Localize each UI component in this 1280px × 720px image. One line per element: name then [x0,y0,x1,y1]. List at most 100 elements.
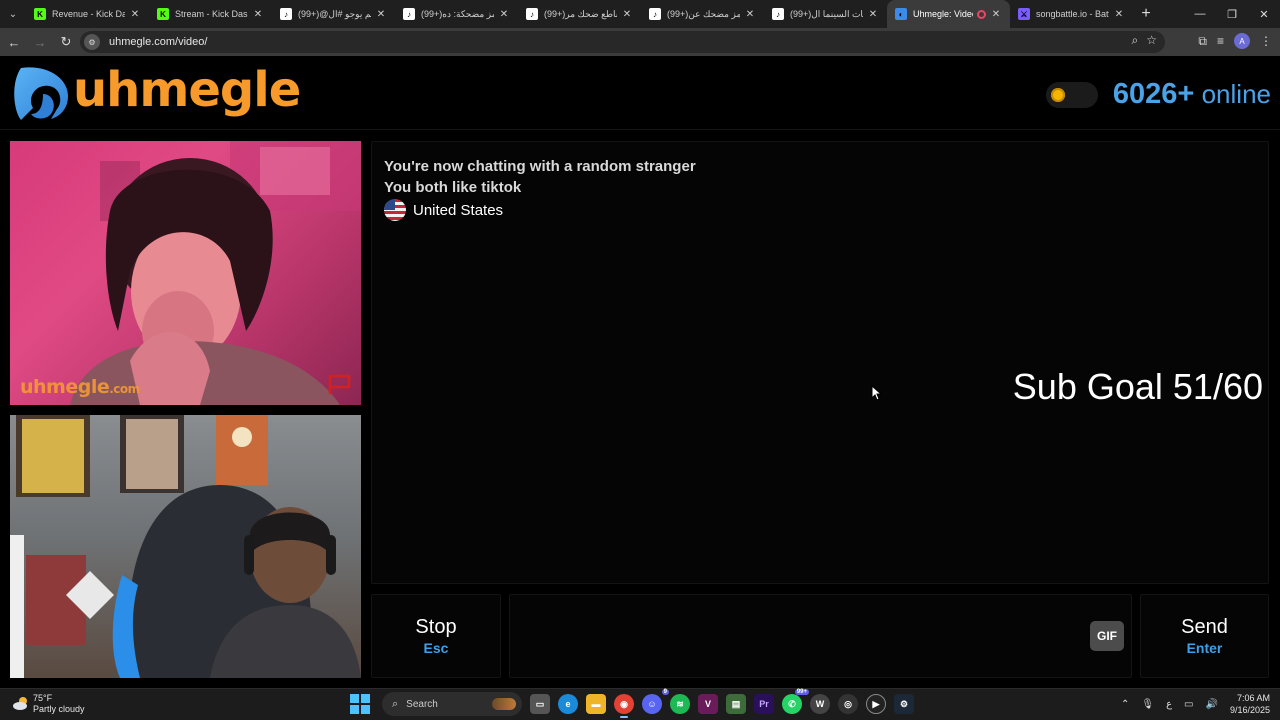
browser-tab[interactable]: ⚔ songbattle.io - Battle ✕ [1010,0,1133,28]
close-tab-icon[interactable]: ✕ [621,9,633,20]
country-name: United States [413,201,504,219]
bookmark-star-icon[interactable]: ☆ [1146,33,1157,48]
weather-widget[interactable]: 75°F Partly cloudy [12,693,85,715]
stop-hint: Esc [423,639,449,656]
close-tab-icon[interactable]: ✕ [252,9,264,20]
tab-favicon-icon: ♪ [280,8,292,20]
address-bar[interactable]: ⚙ uhmegle.com/video/ ⌕ ☆ [80,31,1165,53]
tab-favicon-icon: K [34,8,46,20]
show-hidden-icons-chevron-icon[interactable]: ⌃ [1121,699,1129,710]
premiere-icon[interactable]: Pr [754,694,774,714]
gif-button[interactable]: GIF [1090,621,1124,651]
search-highlight-icon [492,698,516,710]
close-tab-icon[interactable]: ✕ [744,9,756,20]
language-indicator[interactable]: ع [1166,699,1172,710]
close-tab-icon[interactable]: ✕ [990,9,1002,20]
minimize-icon[interactable]: — [1184,0,1216,28]
microphone-icon[interactable]: 🎙 [1141,699,1154,710]
stop-label: Stop [415,615,457,638]
tab-favicon-icon: ♪ [526,8,538,20]
browser-tab[interactable]: K Stream - Kick Dashbo ✕ [149,0,272,28]
uhmegle-logo[interactable]: uhmegle [13,62,301,122]
browser-tab[interactable]: ♪ (99+)ميمز مضحكة: ده ✕ [395,0,518,28]
tab-title: (99+)عمليات السينما ال [790,8,863,19]
tab-favicon-icon: ♪ [772,8,784,20]
online-count: 6026+ [1112,78,1195,110]
us-flag-icon [384,199,406,221]
clock-date: 9/16/2025 [1229,705,1270,715]
tab-favicon-icon: ◐ [895,8,907,20]
whatsapp-icon[interactable]: ✆ 99+ [782,689,809,714]
sub-goal-overlay: Sub Goal 51/60 [1012,366,1263,407]
stranger-video-frame [70,141,361,405]
close-tab-icon[interactable]: ✕ [129,9,141,20]
browser-tab[interactable]: ◐ Uhmegle: Video ✕ [887,0,1010,28]
close-tab-icon[interactable]: ✕ [375,9,387,20]
close-tab-icon[interactable]: ✕ [867,9,879,20]
system-clock[interactable]: 7:06 AM 9/16/2025 [1230,692,1270,716]
edge-icon[interactable]: e [558,694,578,714]
uhmegle-page: uhmegle 6026+ online uhmegle.com You're … [0,56,1280,688]
close-tab-icon[interactable]: ✕ [498,9,510,20]
new-tab-button[interactable]: + [1133,0,1159,28]
browser-tab[interactable]: ♪ (99+)مقاطع ضحك مر ✕ [518,0,641,28]
task-view-icon[interactable]: ▭ [530,694,550,714]
partly-cloudy-icon [13,697,27,710]
media-player-icon[interactable]: ▶ [866,694,886,714]
zoom-icon[interactable]: ⌕ [1132,33,1139,48]
site-info-icon[interactable]: ⚙ [84,34,100,50]
taskbar-search[interactable]: ⌕ Search [382,692,522,716]
restore-icon[interactable]: ❐ [1216,0,1248,28]
media-control-icon[interactable]: ≡ [1217,34,1224,48]
browser-tab-bar: ⌄ K Revenue - Kick Dashbo ✕ K Stream - Kick … [0,0,1280,28]
send-label: Send [1181,615,1228,638]
self-video [10,415,361,678]
steam-icon[interactable]: ⚙ [894,694,914,714]
browser-tab[interactable]: ♪ (99+)ميمز مضحك عن ✕ [641,0,764,28]
volume-icon[interactable]: 🔊 [1206,699,1218,710]
site-header: uhmegle 6026+ online [0,56,1280,130]
spotify-icon[interactable]: ≋ [670,694,690,714]
report-flag-icon[interactable] [327,373,353,395]
forward-arrow-icon[interactable]: → [28,28,52,56]
stranger-country: United States [384,199,696,221]
window-controls: — ❐ ✕ [1184,0,1280,28]
tab-title: Stream - Kick Dashbo [175,9,248,19]
uhmegle-logo-mark-icon [14,67,68,120]
chrome-icon[interactable]: ◉ [614,694,634,718]
uhmegle-watermark: uhmegle.com [20,376,140,398]
browser-tab[interactable]: ♪ (99+)@ادهم يوجو #ال ✕ [272,0,395,28]
network-icon[interactable]: ▭ [1184,699,1193,710]
temperature: 75°F [33,693,53,703]
file-explorer-icon[interactable]: ▬ [586,694,606,714]
start-windows-icon[interactable] [350,694,370,714]
file-app-icon[interactable]: ▤ [726,694,746,714]
more-menu-icon[interactable]: ⋮ [1260,34,1272,48]
tab-search-chevron-icon[interactable]: ⌄ [0,0,26,28]
close-tab-icon[interactable]: ✕ [1113,9,1125,20]
send-button[interactable]: Send Enter [1140,594,1269,678]
send-hint: Enter [1186,639,1223,656]
recording-indicator-icon [977,9,986,19]
tab-title: songbattle.io - Battle [1036,9,1109,19]
extensions-icon[interactable]: ⧉ [1198,34,1207,49]
discord-icon[interactable]: ☺ 9 [642,689,669,714]
back-arrow-icon[interactable]: ← [2,28,26,56]
wordpad-icon[interactable]: W [810,694,830,714]
message-input[interactable]: GIF [509,594,1132,678]
browser-tab[interactable]: ♪ (99+)عمليات السينما ال ✕ [764,0,887,28]
vegas-icon[interactable]: V [698,694,718,714]
browser-tab[interactable]: K Revenue - Kick Dashbo ✕ [26,0,149,28]
profile-avatar[interactable]: A [1234,33,1250,49]
obs-icon[interactable]: ◎ [838,694,858,714]
theme-toggle[interactable] [1046,82,1098,108]
stop-button[interactable]: Stop Esc [371,594,501,678]
tab-favicon-icon: K [157,8,169,20]
browser-toolbar: ← → ↻ ⚙ uhmegle.com/video/ ⌕ ☆ ⧉ ≡ A ⋮ [0,28,1280,56]
online-counter: 6026+ online [1113,78,1271,111]
tab-title: (99+)ميمز مضحك عن [667,8,740,19]
tab-favicon-icon: ♪ [403,8,415,20]
url-text[interactable]: uhmegle.com/video/ [109,36,207,48]
reload-icon[interactable]: ↻ [54,28,78,56]
close-window-icon[interactable]: ✕ [1248,0,1280,28]
